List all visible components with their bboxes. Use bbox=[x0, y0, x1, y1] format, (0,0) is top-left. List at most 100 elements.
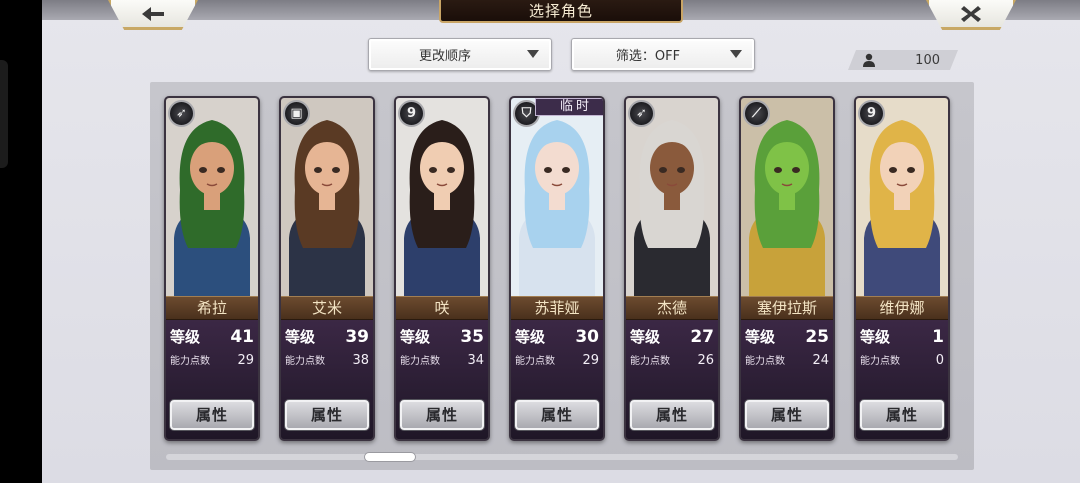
ability-points-label: 能力点数 bbox=[400, 356, 440, 367]
character-card[interactable]: ➶ 希拉 等级 41 能力点数 29 属性 bbox=[164, 96, 260, 441]
staff-icon: 9 bbox=[398, 100, 425, 127]
character-name: 艾米 bbox=[281, 296, 373, 320]
level-label: 等级 bbox=[515, 328, 546, 346]
character-name: 维伊娜 bbox=[856, 296, 948, 320]
device-edge bbox=[0, 60, 8, 168]
character-stats: 等级 27 能力点数 26 属性 bbox=[626, 320, 718, 439]
character-portrait[interactable] bbox=[856, 98, 948, 298]
level-label: 等级 bbox=[285, 328, 316, 346]
bow-icon: ➶ bbox=[168, 100, 195, 127]
level-row: 等级 39 bbox=[285, 326, 369, 347]
character-stats: 等级 39 能力点数 38 属性 bbox=[281, 320, 373, 439]
character-portrait[interactable] bbox=[396, 98, 488, 298]
level-row: 等级 30 bbox=[515, 326, 599, 347]
character-stats: 等级 41 能力点数 29 属性 bbox=[166, 320, 258, 439]
level-label: 等级 bbox=[745, 328, 776, 346]
level-label: 等级 bbox=[400, 328, 431, 346]
back-arrow-icon bbox=[142, 6, 164, 21]
level-value: 41 bbox=[230, 327, 254, 347]
attributes-button[interactable]: 属性 bbox=[860, 400, 944, 430]
character-name: 苏菲娅 bbox=[511, 296, 603, 320]
character-card[interactable]: ⛉ 临时 苏菲娅 等级 30 能力点数 29 属性 bbox=[509, 96, 605, 441]
ability-points-label: 能力点数 bbox=[515, 356, 555, 367]
level-row: 等级 25 bbox=[745, 326, 829, 347]
character-portrait-art bbox=[626, 98, 718, 298]
character-count: 100 bbox=[915, 52, 940, 68]
level-value: 30 bbox=[575, 327, 599, 347]
sort-order-dropdown[interactable]: 更改顺序 bbox=[368, 38, 552, 71]
close-x-icon bbox=[961, 5, 981, 22]
ability-points-label: 能力点数 bbox=[860, 356, 900, 367]
level-label: 等级 bbox=[860, 328, 891, 346]
temporary-badge: 临时 bbox=[535, 98, 603, 116]
character-stats: 等级 35 能力点数 34 属性 bbox=[396, 320, 488, 439]
ability-points-label: 能力点数 bbox=[285, 356, 325, 367]
staff-icon: 9 bbox=[858, 100, 885, 127]
level-row: 等级 41 bbox=[170, 326, 254, 347]
sort-order-label: 更改顺序 bbox=[418, 49, 471, 64]
attributes-button[interactable]: 属性 bbox=[745, 400, 829, 430]
close-button[interactable] bbox=[926, 0, 1016, 30]
character-portrait-art bbox=[166, 98, 258, 298]
level-label: 等级 bbox=[170, 328, 201, 346]
game-screen: 选择角色 更改顺序 筛选：OFF 100 ➶ 希拉 等级 41 能力点数 29 … bbox=[42, 0, 1080, 483]
back-button[interactable] bbox=[108, 0, 198, 30]
level-label: 等级 bbox=[630, 328, 661, 346]
ability-points-value: 29 bbox=[237, 353, 254, 368]
character-portrait[interactable] bbox=[281, 98, 373, 298]
level-value: 35 bbox=[460, 327, 484, 347]
level-value: 25 bbox=[805, 327, 829, 347]
filter-dropdown[interactable]: 筛选：OFF bbox=[571, 38, 755, 71]
character-stats: 等级 30 能力点数 29 属性 bbox=[511, 320, 603, 439]
ability-points-row: 能力点数 26 bbox=[630, 352, 714, 368]
ability-points-value: 29 bbox=[582, 353, 599, 368]
character-name: 希拉 bbox=[166, 296, 258, 320]
attributes-button[interactable]: 属性 bbox=[400, 400, 484, 430]
character-portrait[interactable] bbox=[626, 98, 718, 298]
level-row: 等级 27 bbox=[630, 326, 714, 347]
ability-points-label: 能力点数 bbox=[745, 356, 785, 367]
attributes-button[interactable]: 属性 bbox=[170, 400, 254, 430]
character-panel: ➶ 希拉 等级 41 能力点数 29 属性 ▣ 艾米 等级 39 能力点数 38… bbox=[150, 82, 974, 470]
ability-points-row: 能力点数 29 bbox=[515, 352, 599, 368]
character-portrait[interactable] bbox=[166, 98, 258, 298]
ability-points-value: 24 bbox=[812, 353, 829, 368]
level-value: 1 bbox=[932, 327, 944, 347]
ability-points-row: 能力点数 29 bbox=[170, 352, 254, 368]
ability-points-value: 26 bbox=[697, 353, 714, 368]
ability-points-value: 38 bbox=[352, 353, 369, 368]
attributes-button[interactable]: 属性 bbox=[630, 400, 714, 430]
attributes-button[interactable]: 属性 bbox=[285, 400, 369, 430]
ability-points-value: 0 bbox=[935, 353, 944, 368]
chevron-down-icon bbox=[527, 50, 539, 58]
character-portrait-art bbox=[741, 98, 833, 298]
character-card[interactable]: 9 维伊娜 等级 1 能力点数 0 属性 bbox=[854, 96, 950, 441]
character-count-badge: 100 bbox=[848, 50, 958, 70]
character-card[interactable]: 9 咲 等级 35 能力点数 34 属性 bbox=[394, 96, 490, 441]
ability-points-label: 能力点数 bbox=[630, 356, 670, 367]
level-row: 等级 1 bbox=[860, 326, 944, 347]
character-portrait[interactable] bbox=[511, 98, 603, 298]
character-card[interactable]: ➶ 杰德 等级 27 能力点数 26 属性 bbox=[624, 96, 720, 441]
character-name: 塞伊拉斯 bbox=[741, 296, 833, 320]
ability-points-row: 能力点数 0 bbox=[860, 352, 944, 368]
scrollbar-track[interactable] bbox=[166, 454, 958, 460]
attributes-button[interactable]: 属性 bbox=[515, 400, 599, 430]
ability-points-row: 能力点数 24 bbox=[745, 352, 829, 368]
character-portrait-art bbox=[281, 98, 373, 298]
filter-label: 筛选：OFF bbox=[615, 49, 681, 64]
scrollbar-thumb[interactable] bbox=[364, 452, 416, 462]
page-title: 选择角色 bbox=[439, 0, 683, 23]
character-stats: 等级 25 能力点数 24 属性 bbox=[741, 320, 833, 439]
character-card[interactable]: ⟋ 塞伊拉斯 等级 25 能力点数 24 属性 bbox=[739, 96, 835, 441]
character-card[interactable]: ▣ 艾米 等级 39 能力点数 38 属性 bbox=[279, 96, 375, 441]
person-icon bbox=[862, 53, 876, 67]
character-portrait-art bbox=[856, 98, 948, 298]
character-portrait[interactable] bbox=[741, 98, 833, 298]
level-value: 39 bbox=[345, 327, 369, 347]
bow-icon: ➶ bbox=[628, 100, 655, 127]
ability-points-label: 能力点数 bbox=[170, 356, 210, 367]
level-value: 27 bbox=[690, 327, 714, 347]
character-name: 咲 bbox=[396, 296, 488, 320]
level-row: 等级 35 bbox=[400, 326, 484, 347]
